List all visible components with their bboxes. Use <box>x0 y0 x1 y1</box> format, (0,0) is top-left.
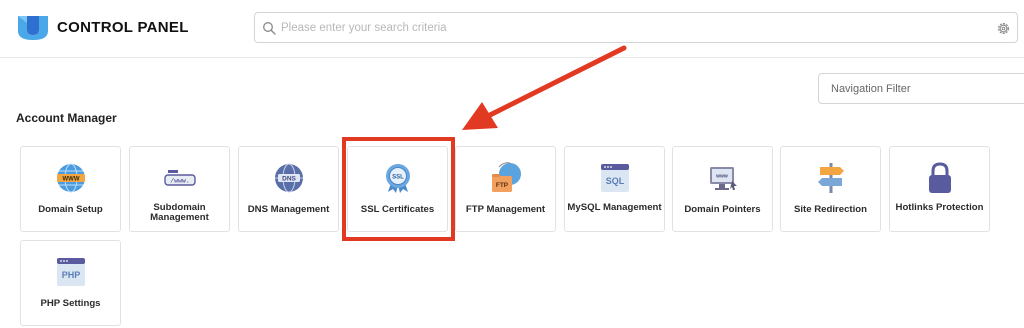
svg-text:/www.: /www. <box>170 178 190 185</box>
tile-label: DNS Management <box>247 204 330 215</box>
svg-text:PHP: PHP <box>61 270 80 280</box>
navigation-filter-input[interactable] <box>831 79 1021 99</box>
tile-subdomain-management[interactable]: /www. Subdomain Management <box>129 146 230 232</box>
tile-mysql-management[interactable]: SQL MySQL Management <box>564 146 665 232</box>
ftp-folder-icon: FTP <box>491 162 521 192</box>
tile-hotlinks-protection[interactable]: Hotlinks Protection <box>889 146 990 232</box>
search-bar[interactable] <box>254 12 1018 43</box>
tile-ftp-management[interactable]: FTP FTP Management <box>455 146 556 232</box>
search-icon <box>263 22 276 35</box>
tile-site-redirection[interactable]: Site Redirection <box>780 146 881 232</box>
navigation-filter[interactable] <box>818 73 1024 104</box>
svg-text:FTP: FTP <box>495 182 508 189</box>
annotation-arrow-icon <box>462 45 627 130</box>
svg-text:WWW: WWW <box>62 177 79 183</box>
tile-dns-management[interactable]: DNS DNS Management <box>238 146 339 232</box>
signpost-icon <box>817 163 844 193</box>
svg-text:SQL: SQL <box>605 176 624 186</box>
tile-domain-setup[interactable]: WWW Domain Setup <box>20 146 121 232</box>
tile-label: Subdomain Management <box>150 202 209 223</box>
gear-icon[interactable] <box>996 21 1011 36</box>
padlock-icon <box>928 162 951 193</box>
tile-label: PHP Settings <box>40 298 101 309</box>
search-input[interactable] <box>281 17 981 39</box>
control-panel-logo-icon <box>18 16 48 40</box>
subdomain-icon: /www. <box>163 170 196 186</box>
tile-label: Domain Setup <box>38 204 103 215</box>
section-title: Account Manager <box>16 111 117 125</box>
tile-label: MySQL Management <box>567 202 662 213</box>
tile-label: Hotlinks Protection <box>895 202 984 213</box>
globe-www-icon: WWW <box>56 163 85 193</box>
php-window-icon: PHP <box>56 258 85 286</box>
tile-label: FTP Management <box>465 204 546 215</box>
app-title: CONTROL PANEL <box>57 19 189 36</box>
tile-label: Domain Pointers <box>684 204 761 215</box>
svg-text:DNS: DNS <box>282 176 296 183</box>
dns-globe-icon: DNS <box>274 163 303 193</box>
tile-domain-pointers[interactable]: www Domain Pointers <box>672 146 773 232</box>
tile-php-settings[interactable]: PHP PHP Settings <box>20 240 121 326</box>
monitor-www-icon: www <box>709 167 737 190</box>
highlight-box <box>342 137 455 241</box>
tile-label: Site Redirection <box>793 204 868 215</box>
svg-text:www: www <box>715 174 728 180</box>
sql-database-icon: SQL <box>600 164 629 192</box>
